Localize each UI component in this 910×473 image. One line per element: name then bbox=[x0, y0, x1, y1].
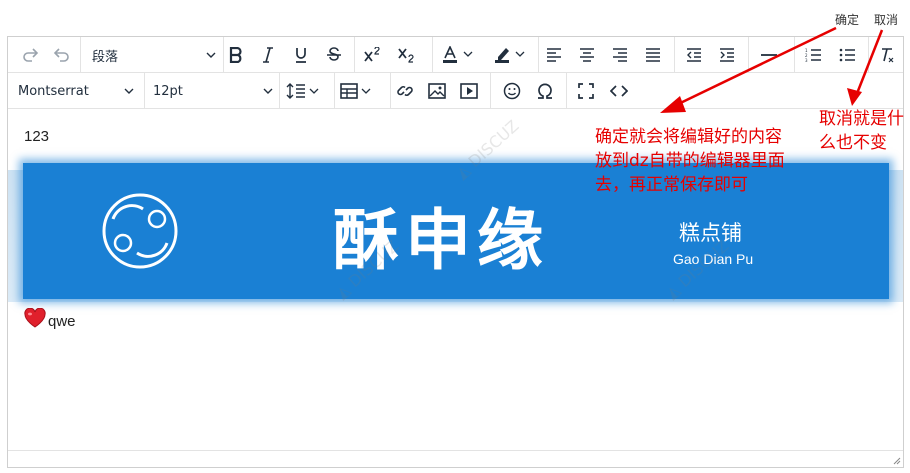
toolbar-separator bbox=[354, 37, 355, 73]
font-family-select[interactable]: Montserrat bbox=[18, 79, 134, 103]
toolbar-separator bbox=[334, 73, 335, 109]
font-size-select[interactable]: 12pt bbox=[153, 79, 273, 103]
confirm-button[interactable]: 确定 bbox=[835, 11, 859, 28]
bullet-list-icon[interactable] bbox=[834, 43, 860, 67]
toolbar-separator bbox=[279, 73, 280, 109]
editor-statusbar bbox=[8, 450, 903, 467]
clear-format-icon[interactable] bbox=[874, 43, 900, 67]
content-emoji-text: qwe bbox=[48, 312, 76, 330]
align-left-icon[interactable] bbox=[541, 43, 567, 67]
chevron-down-icon bbox=[206, 52, 216, 58]
link-icon[interactable] bbox=[392, 79, 418, 103]
toolbar-separator bbox=[80, 37, 81, 73]
cancel-annotation: 取消就是什么也不变 bbox=[819, 109, 904, 153]
code-icon[interactable] bbox=[606, 79, 632, 103]
highlight-color-icon[interactable] bbox=[492, 43, 532, 67]
toolbar-separator bbox=[538, 37, 539, 73]
align-justify-icon[interactable] bbox=[640, 43, 666, 67]
special-char-icon[interactable] bbox=[532, 79, 558, 103]
dialog-topbar: 确定 取消 bbox=[0, 0, 910, 36]
toolbar-separator bbox=[432, 37, 433, 73]
font-family-value: Montserrat bbox=[18, 83, 89, 99]
chevron-down-icon bbox=[263, 88, 273, 94]
numbered-list-icon[interactable]: 123 bbox=[800, 43, 826, 67]
toolbar-separator bbox=[794, 37, 795, 73]
strikethrough-icon[interactable] bbox=[321, 43, 347, 67]
line-height-icon[interactable] bbox=[284, 79, 324, 103]
emoji-icon[interactable] bbox=[499, 79, 525, 103]
chevron-down-icon bbox=[124, 88, 134, 94]
banner-brand-text: 酥申缘 bbox=[333, 202, 549, 279]
superscript-icon[interactable] bbox=[360, 43, 386, 67]
confirm-annotation: 确定就会将编辑好的内容放到dz自带的编辑器里面去，再正常保存即可 bbox=[595, 127, 785, 195]
media-icon[interactable] bbox=[456, 79, 482, 103]
svg-text:3: 3 bbox=[805, 58, 808, 62]
bold-icon[interactable] bbox=[223, 43, 249, 67]
align-center-icon[interactable] bbox=[574, 43, 600, 67]
underline-icon[interactable] bbox=[288, 43, 314, 67]
undo-icon[interactable] bbox=[48, 43, 74, 67]
block-format-value: 段落 bbox=[92, 49, 119, 65]
fullscreen-icon[interactable] bbox=[573, 79, 599, 103]
toolbar-separator bbox=[566, 73, 567, 109]
italic-icon[interactable] bbox=[255, 43, 281, 67]
toolbar-separator bbox=[674, 37, 675, 73]
editor-dialog: 确定 取消 段落 1 2 3 Montserrat 12pt 123 酥申缘 糕… bbox=[0, 0, 910, 473]
toolbar-separator bbox=[144, 73, 145, 109]
block-format-select[interactable]: 段落 bbox=[92, 43, 216, 67]
text-color-icon[interactable] bbox=[440, 43, 480, 67]
rich-text-editor: 段落 1 2 3 Montserrat 12pt 123 酥申缘 糕点铺 Gao… bbox=[7, 36, 904, 468]
cancel-button[interactable]: 取消 bbox=[874, 11, 898, 28]
redo-icon[interactable] bbox=[18, 43, 44, 67]
horizontal-rule-icon[interactable] bbox=[756, 43, 782, 67]
resize-handle-icon[interactable] bbox=[891, 455, 901, 465]
toolbar-row-1: 段落 1 2 3 bbox=[8, 37, 903, 73]
toolbar-separator bbox=[390, 73, 391, 109]
table-icon[interactable] bbox=[338, 79, 378, 103]
outdent-icon[interactable] bbox=[681, 43, 707, 67]
toolbar-separator bbox=[868, 37, 869, 73]
indent-icon[interactable] bbox=[714, 43, 740, 67]
banner-pinyin: Gao Dian Pu bbox=[673, 251, 754, 267]
subscript-icon[interactable] bbox=[394, 43, 420, 67]
image-icon[interactable] bbox=[424, 79, 450, 103]
align-right-icon[interactable] bbox=[607, 43, 633, 67]
content-line-1: 123 bbox=[24, 128, 50, 145]
heart-icon bbox=[24, 308, 46, 328]
toolbar-row-2: Montserrat 12pt bbox=[8, 73, 903, 109]
brand-logo-icon bbox=[102, 193, 178, 269]
toolbar-separator bbox=[748, 37, 749, 73]
toolbar-separator bbox=[490, 73, 491, 109]
emoji-line: qwe bbox=[24, 306, 76, 330]
banner-subtitle: 糕点铺 bbox=[679, 221, 742, 245]
font-size-value: 12pt bbox=[153, 83, 183, 99]
